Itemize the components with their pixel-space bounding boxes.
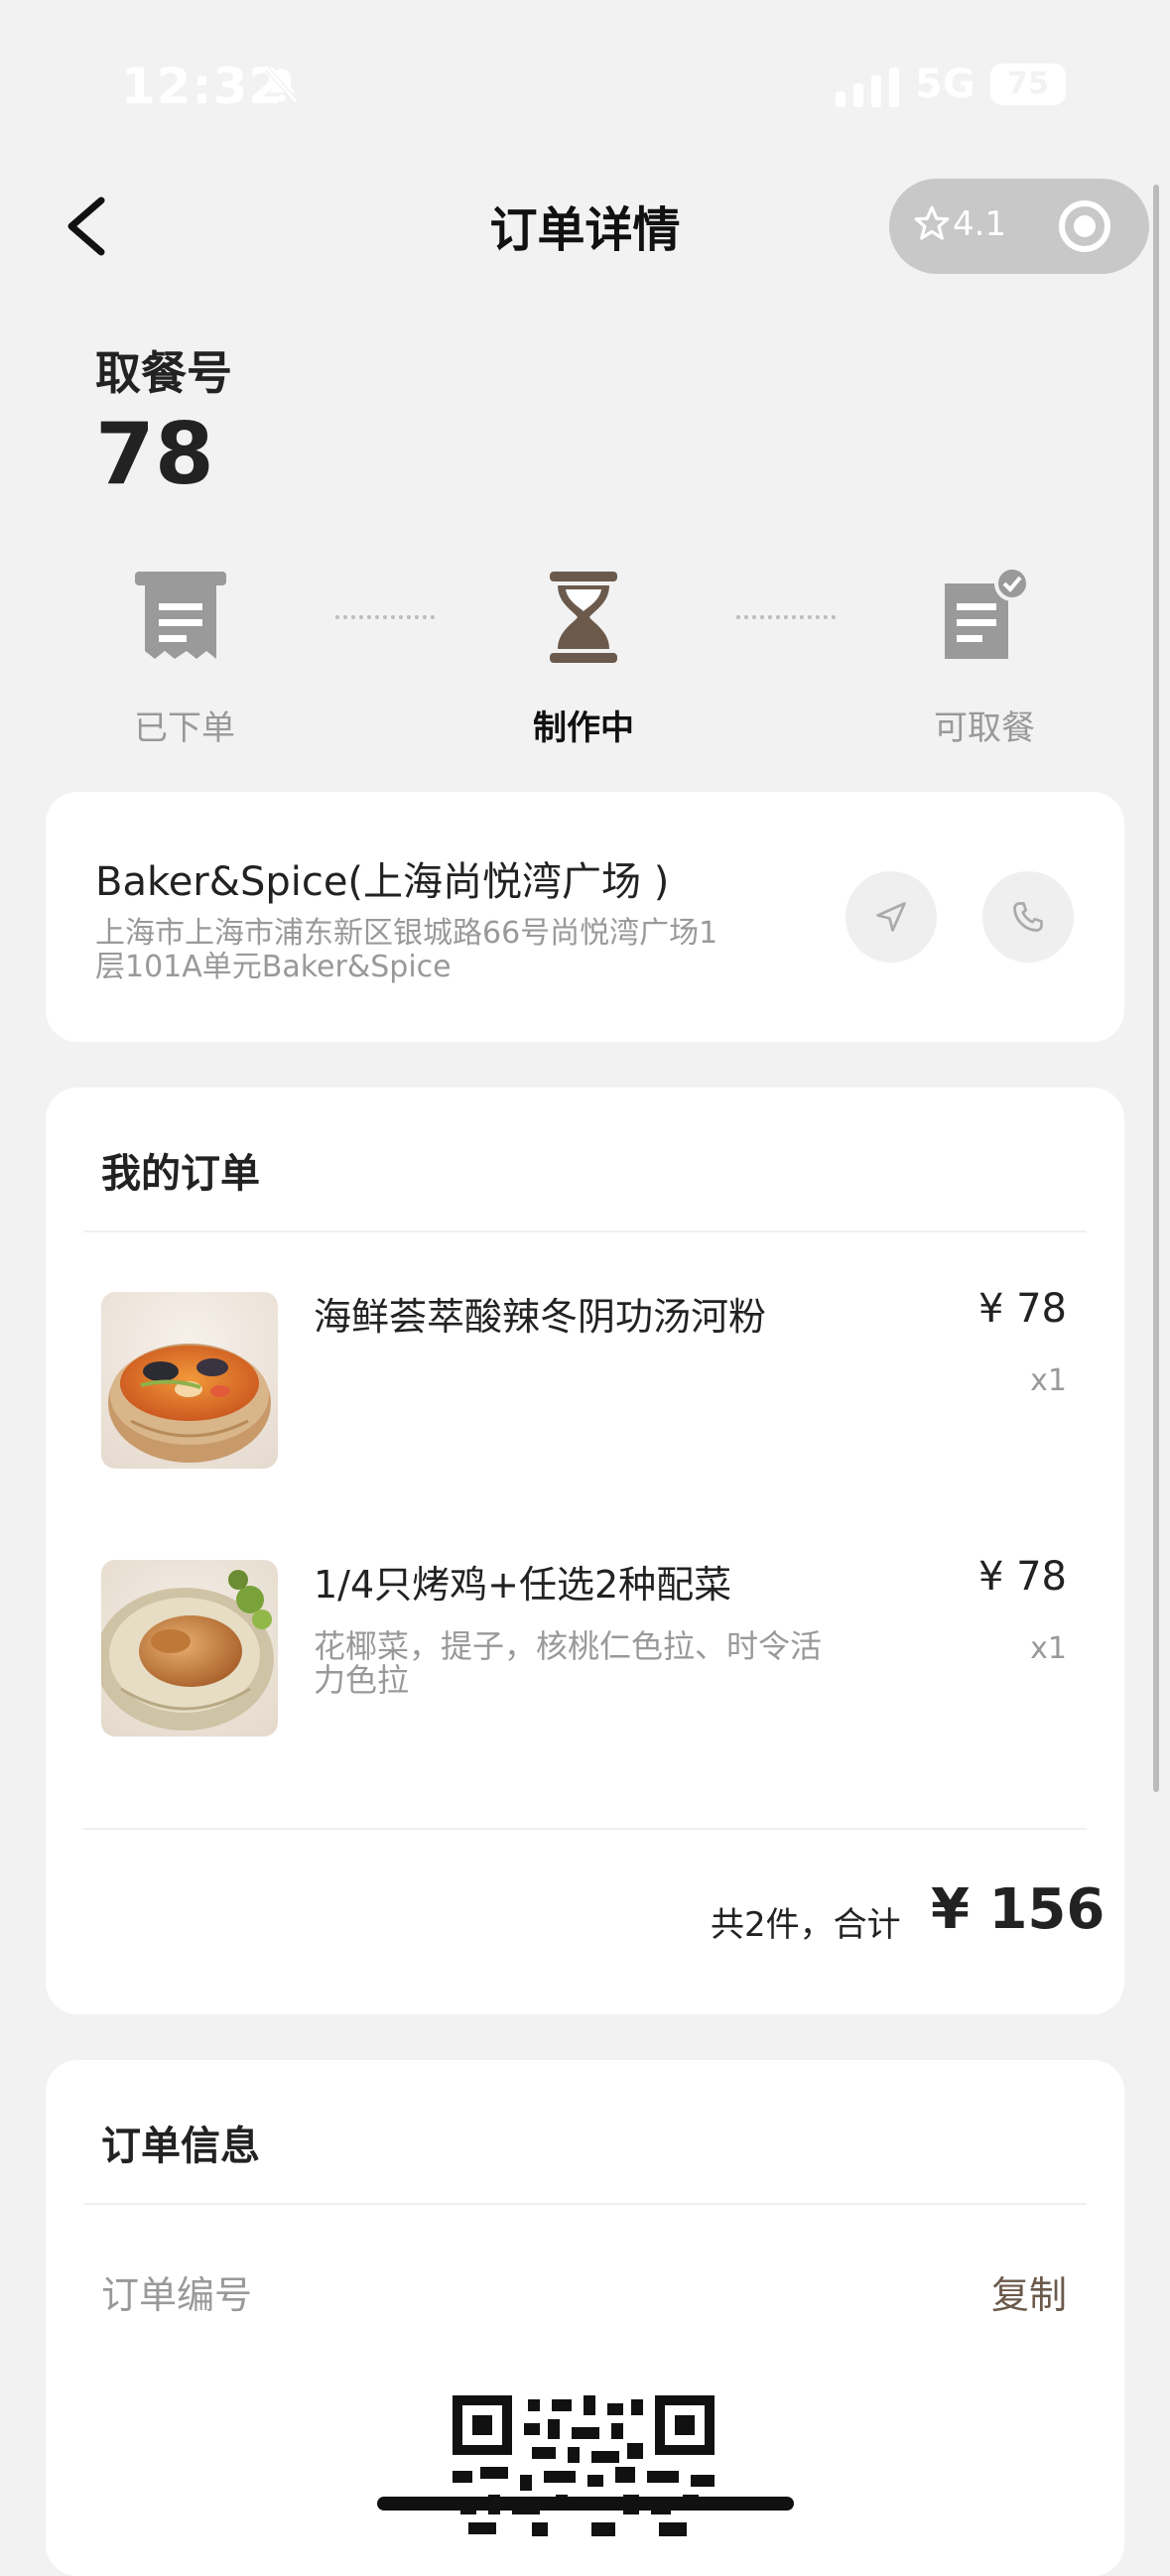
item-quantity: x1 (1030, 1363, 1067, 1398)
phone-icon (1013, 902, 1043, 932)
item-price: ¥ 78 (977, 1286, 1067, 1332)
item-description-line: 力色拉 (314, 1661, 410, 1699)
item-description: 花椰菜，提子，核桃仁色拉、时令活 力色拉 (314, 1629, 909, 1697)
qr-code-icon[interactable] (453, 2395, 715, 2536)
network-type: 5G (915, 62, 975, 107)
step-ready-label: 可取餐 (934, 708, 1035, 748)
bell-muted-icon (265, 66, 299, 104)
order-number-label: 订单编号 (101, 2273, 253, 2317)
item-quantity: x1 (1030, 1631, 1067, 1666)
total-amount: ¥ 156 (931, 1877, 1105, 1942)
store-address-line: 层101A单元Baker&Spice (95, 950, 452, 984)
step-ordered-label: 已下单 (134, 708, 235, 748)
order-card (46, 1088, 1124, 2014)
step-making-label: 制作中 (533, 708, 634, 748)
star-icon[interactable] (913, 204, 951, 242)
navigate-button[interactable] (845, 871, 937, 963)
signal-icon (836, 67, 899, 107)
rating-value[interactable]: 4.1 (953, 204, 1006, 244)
close-target-icon[interactable] (1057, 198, 1112, 254)
receipt-icon (135, 572, 226, 659)
item-name: 海鲜荟萃酸辣冬阴功汤河粉 (314, 1295, 767, 1339)
divider (83, 1828, 1087, 1830)
store-name: Baker&Spice(上海尚悦湾广场 ) (95, 859, 670, 905)
order-section-title: 我的订单 (101, 1151, 260, 1197)
order-info-title: 订单信息 (101, 2124, 260, 2169)
divider (83, 1230, 1087, 1232)
hourglass-icon (550, 572, 617, 663)
pickup-label: 取餐号 (95, 346, 232, 400)
copy-button[interactable]: 复制 (991, 2264, 1067, 2319)
item-name: 1/4只烤鸡+任选2种配菜 (314, 1563, 732, 1607)
store-address-line: 上海市上海市浦东新区银城路66号尚悦湾广场1 (95, 916, 718, 951)
divider (83, 2203, 1087, 2205)
checked-document-icon (945, 568, 1030, 659)
pickup-number: 78 (95, 405, 214, 504)
home-indicator[interactable] (377, 2497, 794, 2511)
total-label: 共2件，合计 (711, 1905, 901, 1945)
call-button[interactable] (982, 871, 1074, 963)
store-address: 上海市上海市浦东新区银城路66号尚悦湾广场1 层101A单元Baker&Spic… (95, 917, 790, 984)
item-price: ¥ 78 (977, 1554, 1067, 1600)
item-description-line: 花椰菜，提子，核桃仁色拉、时令活 (314, 1627, 823, 1665)
food-image-noodle-soup[interactable] (101, 1292, 278, 1469)
progress-connector (736, 615, 836, 623)
progress-connector (335, 615, 435, 623)
navigation-arrow-icon (876, 902, 906, 932)
scrollbar[interactable] (1153, 185, 1159, 1792)
food-image-roast-chicken[interactable] (101, 1560, 278, 1737)
battery-indicator: 75 (990, 64, 1066, 105)
